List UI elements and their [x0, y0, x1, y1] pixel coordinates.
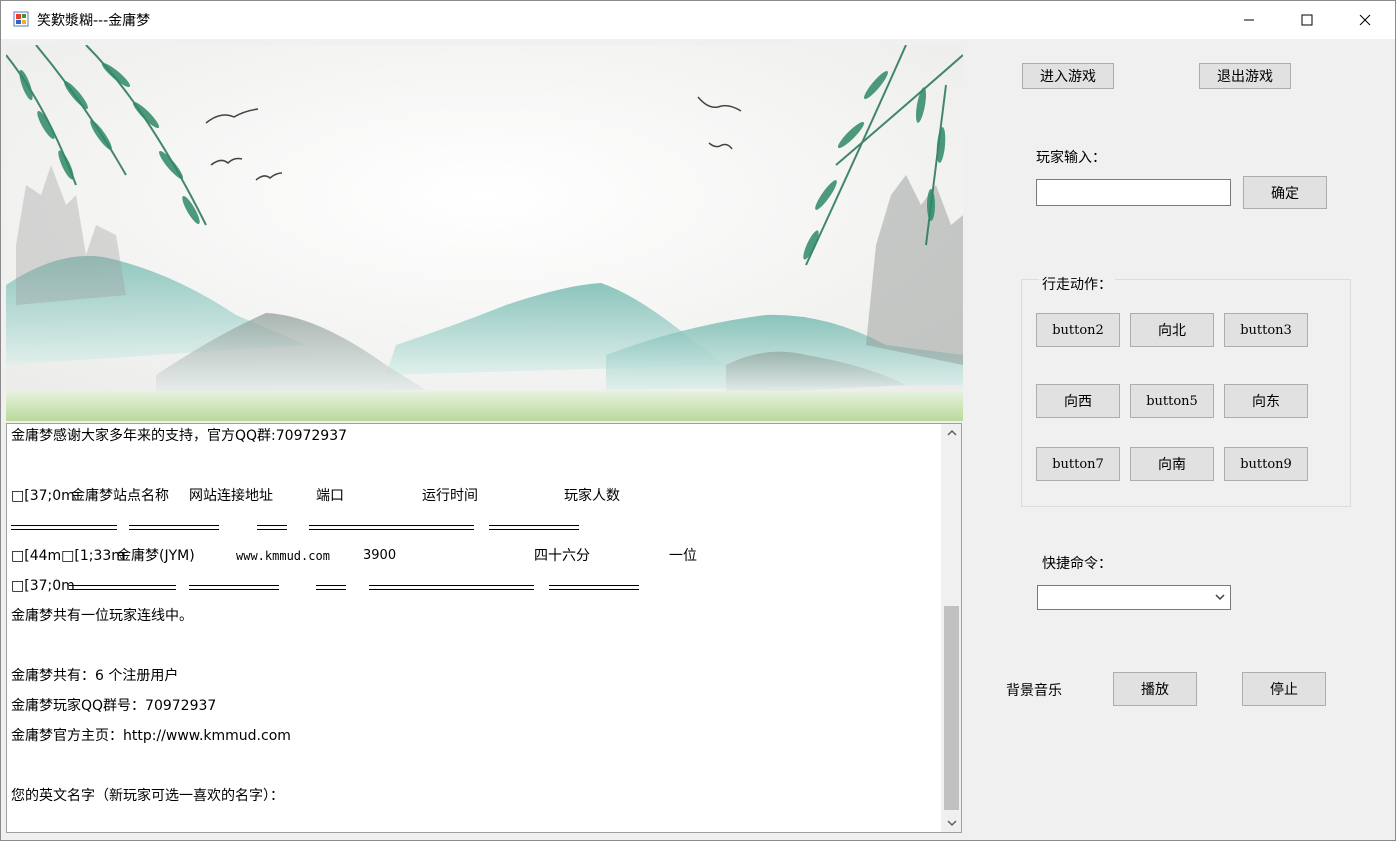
log-line-qq-group: 金庸梦玩家QQ群号：70972937	[11, 698, 217, 714]
site-url: www.kmmud.com	[236, 549, 330, 563]
walk-action-group-title: 行走动作：	[1039, 274, 1115, 294]
game-output-textarea[interactable]: 金庸梦感谢大家多年来的支持，官方QQ群:70972937 □[37;0m 金庸梦…	[6, 423, 962, 833]
ansi-code: □[44m□[1;33m	[11, 548, 125, 564]
app-icon	[13, 11, 29, 27]
site-player-count: 一位	[669, 548, 697, 564]
separator	[549, 585, 639, 590]
walk-west-button[interactable]: 向西	[1036, 384, 1120, 418]
ansi-code: □[37;0m	[11, 578, 75, 594]
ansi-code: □[37;0m	[11, 488, 75, 504]
separator	[69, 585, 176, 590]
separator	[257, 525, 287, 530]
log-line-thanks: 金庸梦感谢大家多年来的支持，官方QQ群:70972937	[11, 428, 348, 444]
header-port: 端口	[316, 488, 344, 504]
log-line-name-prompt: 您的英文名字（新玩家可选一喜欢的名字）：	[11, 788, 284, 804]
log-line-registered-users: 金庸梦共有：6 个注册用户	[11, 668, 179, 684]
close-button[interactable]	[1336, 1, 1394, 39]
chevron-down-icon	[946, 820, 957, 827]
log-line-homepage: 金庸梦官方主页：http://www.kmmud.com	[11, 728, 291, 744]
close-icon	[1359, 14, 1371, 26]
walk-button9[interactable]: button9	[1224, 447, 1308, 481]
walk-north-button[interactable]: 向北	[1130, 313, 1214, 347]
separator	[489, 525, 579, 530]
vertical-scrollbar[interactable]	[941, 424, 961, 832]
separator	[129, 525, 219, 530]
stop-music-button[interactable]: 停止	[1242, 672, 1326, 706]
header-player-count: 玩家人数	[564, 488, 620, 504]
header-site-url: 网站连接地址	[189, 488, 273, 504]
log-line-separator	[11, 516, 931, 536]
window-title: 笑歎漿糊---金庸梦	[37, 13, 151, 29]
play-music-button[interactable]: 播放	[1113, 672, 1197, 706]
minimize-button[interactable]	[1220, 1, 1278, 39]
chevron-up-icon	[946, 429, 957, 436]
landscape-banner-image	[6, 45, 963, 421]
walk-button2[interactable]: button2	[1036, 313, 1120, 347]
shortcut-command-select[interactable]	[1037, 585, 1231, 610]
log-line-separator-2: □[37;0m	[11, 576, 931, 596]
shortcut-command-label: 快捷命令：	[1042, 556, 1112, 572]
walk-button3[interactable]: button3	[1224, 313, 1308, 347]
log-line-online: 金庸梦共有一位玩家连线中。	[11, 608, 193, 624]
scroll-down-button[interactable]	[942, 814, 961, 832]
background-music-label: 背景音乐	[1006, 683, 1062, 699]
log-line-table-header: □[37;0m 金庸梦站点名称 网站连接地址 端口 运行时间 玩家人数	[11, 486, 931, 506]
maximize-icon	[1301, 14, 1313, 26]
chevron-down-icon	[1215, 594, 1225, 601]
confirm-button[interactable]: 确定	[1243, 176, 1327, 209]
walk-south-button[interactable]: 向南	[1130, 447, 1214, 481]
minimize-icon	[1244, 19, 1254, 21]
app-window: 笑歎漿糊---金庸梦 金庸梦感谢大家多年来的支持，官方QQ群:70972937 …	[0, 0, 1396, 841]
walk-button7[interactable]: button7	[1036, 447, 1120, 481]
walk-button5[interactable]: button5	[1130, 384, 1214, 418]
header-site-name: 金庸梦站点名称	[71, 488, 169, 504]
site-port: 3900	[363, 548, 397, 563]
site-name: 金庸梦(JYM)	[117, 548, 195, 564]
separator	[316, 585, 346, 590]
site-run-time: 四十六分	[534, 548, 590, 564]
title-bar: 笑歎漿糊---金庸梦	[1, 1, 1395, 39]
separator	[309, 525, 474, 530]
maximize-button[interactable]	[1278, 1, 1336, 39]
player-input-field[interactable]	[1036, 179, 1231, 206]
scroll-up-button[interactable]	[942, 424, 961, 442]
enter-game-button[interactable]: 进入游戏	[1022, 63, 1114, 89]
separator	[11, 525, 117, 530]
player-input-label: 玩家输入：	[1036, 150, 1106, 166]
exit-game-button[interactable]: 退出游戏	[1199, 63, 1291, 89]
header-run-time: 运行时间	[422, 488, 478, 504]
log-line-site-row: □[44m□[1;33m 金庸梦(JYM) www.kmmud.com 3900…	[11, 546, 931, 566]
scroll-thumb[interactable]	[944, 606, 959, 810]
walk-east-button[interactable]: 向东	[1224, 384, 1308, 418]
separator	[369, 585, 534, 590]
separator	[189, 585, 279, 590]
